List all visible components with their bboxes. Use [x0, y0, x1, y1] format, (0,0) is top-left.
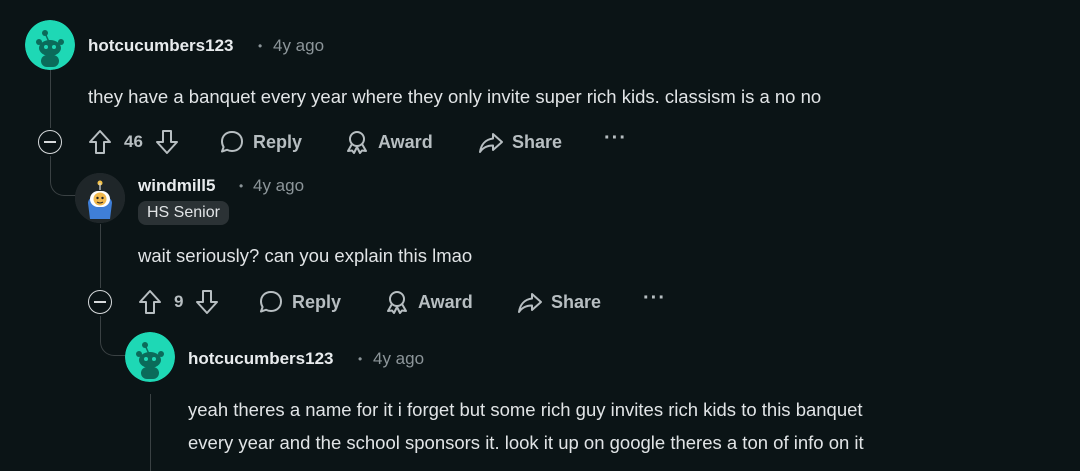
- separator-dot: •: [258, 39, 263, 53]
- thread-line-level3[interactable]: [150, 394, 151, 471]
- thread-curve-to-reply2: [100, 328, 126, 356]
- share-button[interactable]: Share: [478, 127, 562, 157]
- vote-controls: 9: [138, 287, 219, 317]
- award-label: Award: [378, 131, 433, 152]
- comment-body-line: they have a banquet every year where the…: [88, 86, 822, 107]
- reply-button[interactable]: Reply: [258, 287, 341, 317]
- more-options-button[interactable]: ···: [604, 127, 627, 150]
- avatar[interactable]: [25, 20, 75, 70]
- timestamp[interactable]: 4y ago: [273, 36, 324, 56]
- thread-line-level1[interactable]: [50, 70, 51, 128]
- collapse-button[interactable]: [38, 130, 62, 154]
- comment-body: they have a banquet every year where the…: [88, 80, 821, 113]
- share-label: Share: [512, 131, 563, 152]
- vote-score: 9: [174, 292, 184, 311]
- comment-body-line: every year and the school sponsors it. l…: [188, 432, 864, 453]
- timestamp[interactable]: 4y ago: [253, 176, 304, 196]
- upvote-icon[interactable]: [138, 289, 162, 315]
- comment-body: yeah theres a name for it i forget but s…: [188, 393, 864, 459]
- snoo-avatar-icon: [125, 332, 175, 382]
- username[interactable]: hotcucumbers123: [188, 349, 334, 369]
- user-flair: HS Senior: [138, 201, 229, 225]
- award-button[interactable]: Award: [384, 287, 473, 317]
- comment-body-line: wait seriously? can you explain this lma…: [138, 245, 473, 266]
- separator-dot: •: [358, 352, 363, 366]
- comment-body-line: yeah theres a name for it i forget but s…: [188, 399, 863, 420]
- separator-dot: •: [239, 179, 244, 193]
- reply-label: Reply: [253, 131, 303, 152]
- thread-line-level2[interactable]: [100, 224, 101, 288]
- timestamp[interactable]: 4y ago: [373, 349, 424, 369]
- collapse-button[interactable]: [88, 290, 112, 314]
- share-arrow-icon: [518, 293, 542, 313]
- username[interactable]: hotcucumbers123: [88, 36, 234, 56]
- avatar[interactable]: [125, 332, 175, 382]
- comment-body: wait seriously? can you explain this lma…: [138, 239, 472, 272]
- snoo-avatar-icon: [25, 20, 75, 70]
- award-label: Award: [418, 291, 473, 312]
- award-button[interactable]: Award: [344, 127, 433, 157]
- reply-button[interactable]: Reply: [219, 127, 302, 157]
- vote-controls: 46: [88, 127, 179, 157]
- upvote-icon[interactable]: [88, 129, 112, 155]
- custom-avatar-icon: [75, 173, 125, 223]
- vote-score: 46: [124, 132, 143, 151]
- share-arrow-icon: [479, 133, 503, 153]
- downvote-icon[interactable]: [155, 129, 179, 155]
- share-button[interactable]: Share: [517, 287, 601, 317]
- reply-label: Reply: [292, 291, 342, 312]
- username[interactable]: windmill5: [138, 176, 215, 196]
- comment-bubble-icon: [260, 291, 282, 313]
- comment-bubble-icon: [221, 131, 243, 153]
- award-icon: [347, 131, 367, 154]
- downvote-icon[interactable]: [195, 289, 219, 315]
- award-icon: [387, 291, 407, 314]
- more-options-button[interactable]: ···: [643, 287, 666, 310]
- share-label: Share: [551, 291, 602, 312]
- avatar[interactable]: [75, 173, 125, 223]
- thread-curve-to-reply1: [50, 168, 76, 196]
